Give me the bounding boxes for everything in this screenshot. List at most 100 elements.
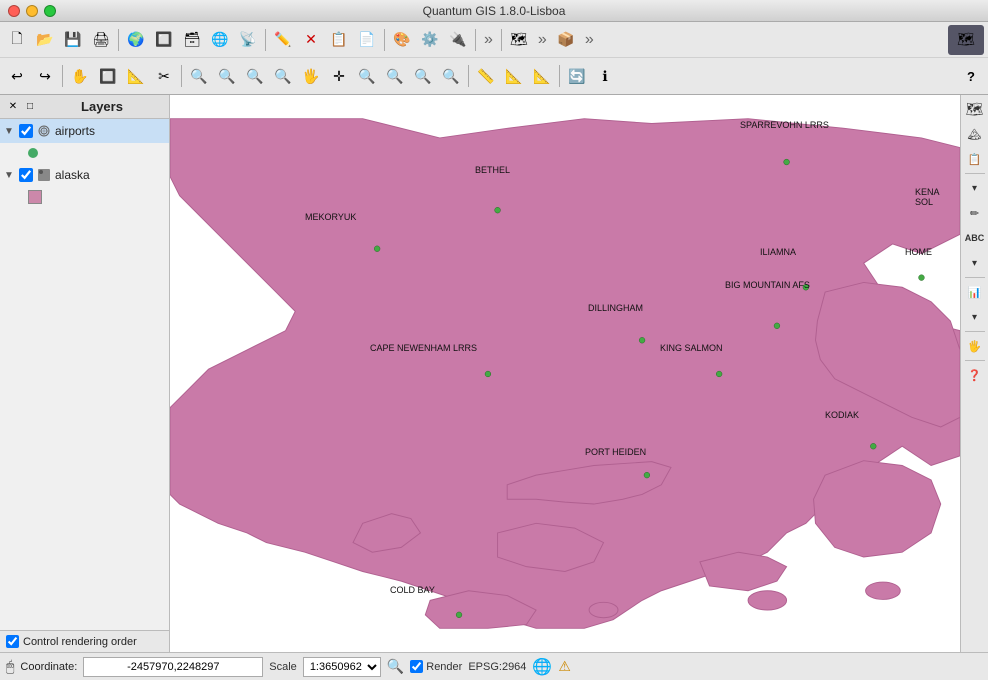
zoom-prev-button[interactable]: 🔍 bbox=[382, 63, 408, 89]
control-rendering-order-checkbox[interactable] bbox=[6, 635, 19, 648]
add-wms-button[interactable]: 🌐 bbox=[207, 27, 233, 53]
select-by-rect[interactable]: 📐 bbox=[123, 63, 149, 89]
ext-plugin-2[interactable]: 📦 bbox=[553, 27, 579, 53]
new-project-button[interactable]: 🗋 bbox=[4, 27, 30, 53]
measure-angle-button[interactable]: 📐 bbox=[529, 63, 555, 89]
select-by-poly[interactable]: ✂ bbox=[151, 63, 177, 89]
rt-overview-icon[interactable]: 🗺 bbox=[963, 97, 987, 121]
remove-button[interactable]: ✕ bbox=[298, 27, 324, 53]
zoom-selection-button[interactable]: 🔍 bbox=[354, 63, 380, 89]
rt-chevron-down-3-icon[interactable]: ▾ bbox=[963, 305, 987, 329]
more-tools-button[interactable]: » bbox=[480, 31, 497, 49]
select-button[interactable]: 🔲 bbox=[95, 63, 121, 89]
rt-chevron-down-2-icon[interactable]: ▾ bbox=[963, 251, 987, 275]
pan-north-button[interactable]: ✛ bbox=[326, 63, 352, 89]
coordinate-label: Coordinate: bbox=[20, 661, 77, 673]
rt-chart-icon[interactable]: 📊 bbox=[963, 280, 987, 304]
measure-area-button[interactable]: 📐 bbox=[501, 63, 527, 89]
rt-sep4 bbox=[965, 360, 985, 361]
close-button[interactable] bbox=[8, 5, 20, 17]
panel-header: ✕ □ Layers bbox=[0, 95, 169, 119]
rt-terrain-icon[interactable]: 🏔 bbox=[963, 122, 987, 146]
redo-button[interactable]: ↪ bbox=[32, 63, 58, 89]
more-plugins-button[interactable]: » bbox=[534, 31, 551, 49]
pan-button[interactable]: 🖐 bbox=[298, 63, 324, 89]
layer-item-airports[interactable]: ▼ airports bbox=[0, 119, 169, 143]
minimize-button[interactable] bbox=[26, 5, 38, 17]
touch-button[interactable]: ✋ bbox=[67, 63, 93, 89]
zoom-layer-button[interactable]: 🔍 bbox=[270, 63, 296, 89]
toolbars: 🗋 📂 💾 🖨 🌍 🔲 🗃 🌐 📡 ✏️ ✕ 📋 📄 🎨 ⚙️ 🔌 » 🗺 » … bbox=[0, 22, 988, 95]
panel-float-icon[interactable]: □ bbox=[23, 100, 37, 114]
map-svg bbox=[170, 95, 960, 652]
undo-button[interactable]: ↩ bbox=[4, 63, 30, 89]
rt-sep1 bbox=[965, 173, 985, 174]
save-button[interactable]: 💾 bbox=[60, 27, 86, 53]
sep7 bbox=[181, 65, 182, 87]
add-wfs-button[interactable]: 📡 bbox=[235, 27, 261, 53]
rt-label-icon[interactable]: ✏ bbox=[963, 201, 987, 225]
digitize-button[interactable]: ✏️ bbox=[270, 27, 296, 53]
render-section: Render bbox=[410, 660, 462, 673]
panel-header-icons: ✕ □ bbox=[6, 100, 37, 114]
zoom-map-button[interactable]: 🔍 bbox=[438, 63, 464, 89]
control-rendering-order-label: Control rendering order bbox=[23, 636, 137, 648]
window-controls bbox=[8, 5, 56, 17]
airports-type-icon bbox=[36, 123, 52, 139]
toolbar-row-1: 🗋 📂 💾 🖨 🌍 🔲 🗃 🌐 📡 ✏️ ✕ 📋 📄 🎨 ⚙️ 🔌 » 🗺 » … bbox=[0, 22, 988, 58]
alaska-visibility-checkbox[interactable] bbox=[19, 168, 33, 182]
alaska-legend bbox=[0, 187, 169, 207]
scale-select[interactable]: 1:3650962 bbox=[303, 657, 381, 677]
zoom-out-button[interactable]: 🔍 bbox=[214, 63, 240, 89]
add-vector-layer-button[interactable]: 🌍 bbox=[123, 27, 149, 53]
title-bar: Quantum GIS 1.8.0-Lisboa bbox=[0, 0, 988, 22]
crs-icon[interactable]: 🌐 bbox=[532, 657, 552, 677]
airports-visibility-checkbox[interactable] bbox=[19, 124, 33, 138]
maximize-button[interactable] bbox=[44, 5, 56, 17]
status-cursor-icon: 🖱 bbox=[6, 658, 14, 675]
save-as-button[interactable]: 🖨 bbox=[88, 27, 114, 53]
zoom-full-button[interactable]: 🔍 bbox=[242, 63, 268, 89]
rt-hand-icon[interactable]: 🖐 bbox=[963, 334, 987, 358]
rt-sep3 bbox=[965, 331, 985, 332]
sep3 bbox=[384, 29, 385, 51]
render-checkbox[interactable] bbox=[410, 660, 423, 673]
help-button[interactable]: ? bbox=[958, 63, 984, 89]
panel-close-icon[interactable]: ✕ bbox=[6, 100, 20, 114]
ext-icon-right[interactable]: 🗺 bbox=[948, 25, 984, 55]
warning-icon[interactable]: ⚠ bbox=[558, 658, 571, 675]
map-canvas[interactable]: MEKORYUK BETHEL SPARREVOHN LRRS ILIAMNA … bbox=[170, 95, 960, 652]
add-postgis-button[interactable]: 🗃 bbox=[179, 27, 205, 53]
magnifier-icon[interactable]: 🔍 bbox=[387, 658, 404, 675]
refresh-button[interactable]: 🔄 bbox=[564, 63, 590, 89]
expand-alaska-icon[interactable]: ▼ bbox=[4, 170, 16, 181]
window-title: Quantum GIS 1.8.0-Lisboa bbox=[423, 4, 566, 18]
info-button[interactable]: ℹ bbox=[592, 63, 618, 89]
add-raster-button[interactable]: 🔲 bbox=[151, 27, 177, 53]
ext-plugin-1[interactable]: 🗺 bbox=[506, 27, 532, 53]
airports-layer-name: airports bbox=[55, 124, 95, 138]
expand-airports-icon[interactable]: ▼ bbox=[4, 126, 16, 137]
style-button[interactable]: 🎨 bbox=[389, 27, 415, 53]
rt-chevron-down-1-icon[interactable]: ▾ bbox=[963, 176, 987, 200]
toolbar-row-2: ↩ ↪ ✋ 🔲 📐 ✂ 🔍 🔍 🔍 🔍 🖐 ✛ 🔍 🔍 🔍 🔍 📏 📐 📐 🔄 … bbox=[0, 58, 988, 94]
epsg-label: EPSG:2964 bbox=[468, 661, 526, 673]
zoom-in-button[interactable]: 🔍 bbox=[186, 63, 212, 89]
main-area: ✕ □ Layers ▼ airports bbox=[0, 95, 988, 652]
layer-item-alaska[interactable]: ▼ alaska bbox=[0, 163, 169, 187]
more2-button[interactable]: » bbox=[581, 31, 598, 49]
plugin-button[interactable]: 🔌 bbox=[445, 27, 471, 53]
rt-layer-order-icon[interactable]: 📋 bbox=[963, 147, 987, 171]
sep5 bbox=[501, 29, 502, 51]
copy-button[interactable]: 📋 bbox=[326, 27, 352, 53]
measure-button[interactable]: 📏 bbox=[473, 63, 499, 89]
rt-question-icon[interactable]: ❓ bbox=[963, 363, 987, 387]
settings-button[interactable]: ⚙️ bbox=[417, 27, 443, 53]
open-button[interactable]: 📂 bbox=[32, 27, 58, 53]
zoom-next-button[interactable]: 🔍 bbox=[410, 63, 436, 89]
coordinate-input[interactable] bbox=[83, 657, 263, 677]
rt-abc-icon[interactable]: ABC bbox=[963, 226, 987, 250]
paste-button[interactable]: 📄 bbox=[354, 27, 380, 53]
alaska-legend-swatch bbox=[28, 190, 42, 204]
status-bar: 🖱 Coordinate: Scale 1:3650962 🔍 Render E… bbox=[0, 652, 988, 680]
